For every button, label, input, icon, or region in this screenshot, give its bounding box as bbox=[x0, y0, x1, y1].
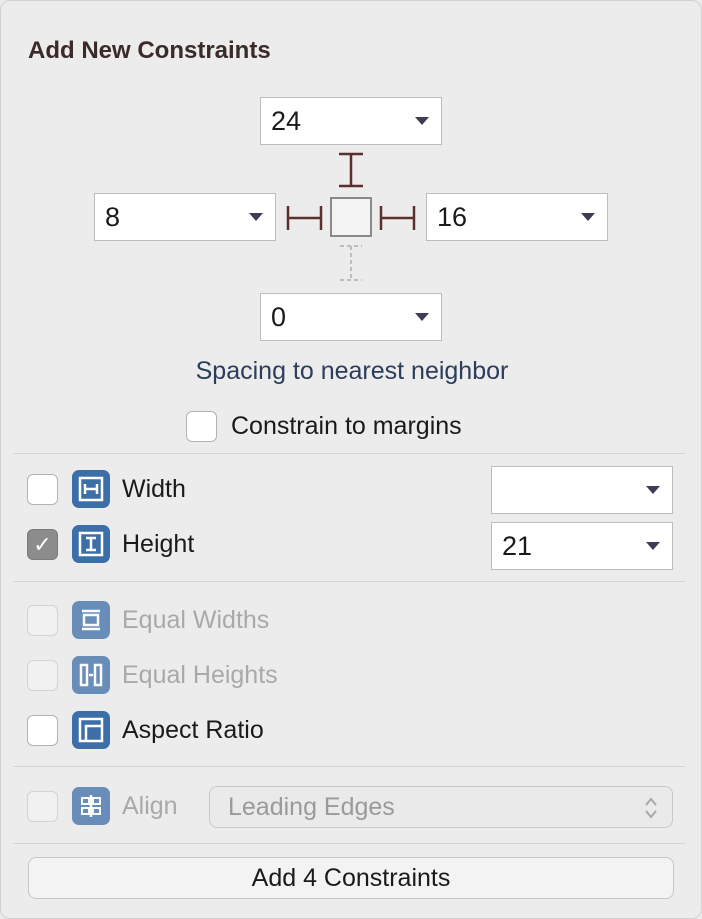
width-row[interactable] bbox=[27, 474, 58, 505]
width-value-combo[interactable] bbox=[491, 466, 673, 514]
right-strut-icon[interactable] bbox=[378, 204, 418, 232]
panel-title: Add New Constraints bbox=[28, 37, 271, 64]
updown-chevron-icon bbox=[645, 797, 657, 819]
bottom-strut-icon[interactable] bbox=[336, 243, 366, 285]
section-divider bbox=[13, 453, 685, 454]
dropdown-arrow-icon[interactable] bbox=[415, 117, 429, 125]
dropdown-arrow-icon[interactable] bbox=[646, 486, 660, 494]
width-label: Width bbox=[122, 475, 186, 503]
align-popup: Leading Edges bbox=[209, 786, 673, 828]
width-checkbox[interactable] bbox=[27, 474, 58, 505]
equal-widths-label: Equal Widths bbox=[122, 606, 270, 634]
bottom-spacing-combo[interactable]: 0 bbox=[260, 293, 442, 341]
equal-widths-icon bbox=[72, 601, 110, 639]
width-constraint-icon bbox=[72, 470, 110, 508]
section-divider bbox=[13, 843, 685, 844]
left-spacing-value: 8 bbox=[105, 201, 121, 232]
right-spacing-combo[interactable]: 16 bbox=[426, 193, 608, 241]
equal-heights-label: Equal Heights bbox=[122, 661, 278, 689]
align-checkbox bbox=[27, 791, 58, 822]
align-icon bbox=[72, 787, 110, 825]
left-spacing-combo[interactable]: 8 bbox=[94, 193, 276, 241]
aspect-ratio-label: Aspect Ratio bbox=[122, 716, 264, 744]
height-row[interactable]: ✓ bbox=[27, 529, 58, 560]
constrain-to-margins-label: Constrain to margins bbox=[231, 412, 462, 440]
dropdown-arrow-icon[interactable] bbox=[581, 213, 595, 221]
right-spacing-value: 16 bbox=[437, 201, 468, 232]
aspect-ratio-icon bbox=[72, 711, 110, 749]
equal-heights-checkbox bbox=[27, 660, 58, 691]
section-divider bbox=[13, 581, 685, 582]
dropdown-arrow-icon[interactable] bbox=[249, 213, 263, 221]
align-popup-value: Leading Edges bbox=[228, 792, 395, 821]
equal-widths-row bbox=[27, 605, 58, 636]
height-checkbox[interactable]: ✓ bbox=[27, 529, 58, 560]
height-constraint-icon bbox=[72, 525, 110, 563]
align-label: Align bbox=[122, 792, 178, 820]
align-row bbox=[27, 791, 58, 822]
checkmark-icon: ✓ bbox=[33, 531, 52, 557]
equal-heights-row bbox=[27, 660, 58, 691]
aspect-ratio-checkbox[interactable] bbox=[27, 715, 58, 746]
constrain-to-margins-row[interactable]: Constrain to margins bbox=[186, 411, 462, 442]
equal-widths-checkbox bbox=[27, 605, 58, 636]
aspect-ratio-row[interactable] bbox=[27, 715, 58, 746]
constrain-to-margins-checkbox[interactable] bbox=[186, 411, 217, 442]
selected-view-box bbox=[330, 197, 372, 237]
left-strut-icon[interactable] bbox=[285, 204, 325, 232]
top-spacing-combo[interactable]: 24 bbox=[260, 97, 442, 145]
top-spacing-value: 24 bbox=[271, 105, 302, 136]
dropdown-arrow-icon[interactable] bbox=[646, 542, 660, 550]
height-value-combo[interactable]: 21 bbox=[491, 522, 673, 570]
dropdown-arrow-icon[interactable] bbox=[415, 313, 429, 321]
height-label: Height bbox=[122, 530, 195, 558]
top-strut-icon[interactable] bbox=[336, 151, 366, 191]
height-value: 21 bbox=[502, 530, 533, 561]
equal-heights-icon bbox=[72, 656, 110, 694]
spacing-caption: Spacing to nearest neighbor bbox=[195, 357, 509, 385]
add-constraints-panel: Add New Constraints 24 8 16 0 Spacing to… bbox=[0, 0, 702, 919]
add-constraints-button[interactable]: Add 4 Constraints bbox=[28, 857, 674, 899]
section-divider bbox=[13, 766, 685, 767]
bottom-spacing-value: 0 bbox=[271, 301, 287, 332]
